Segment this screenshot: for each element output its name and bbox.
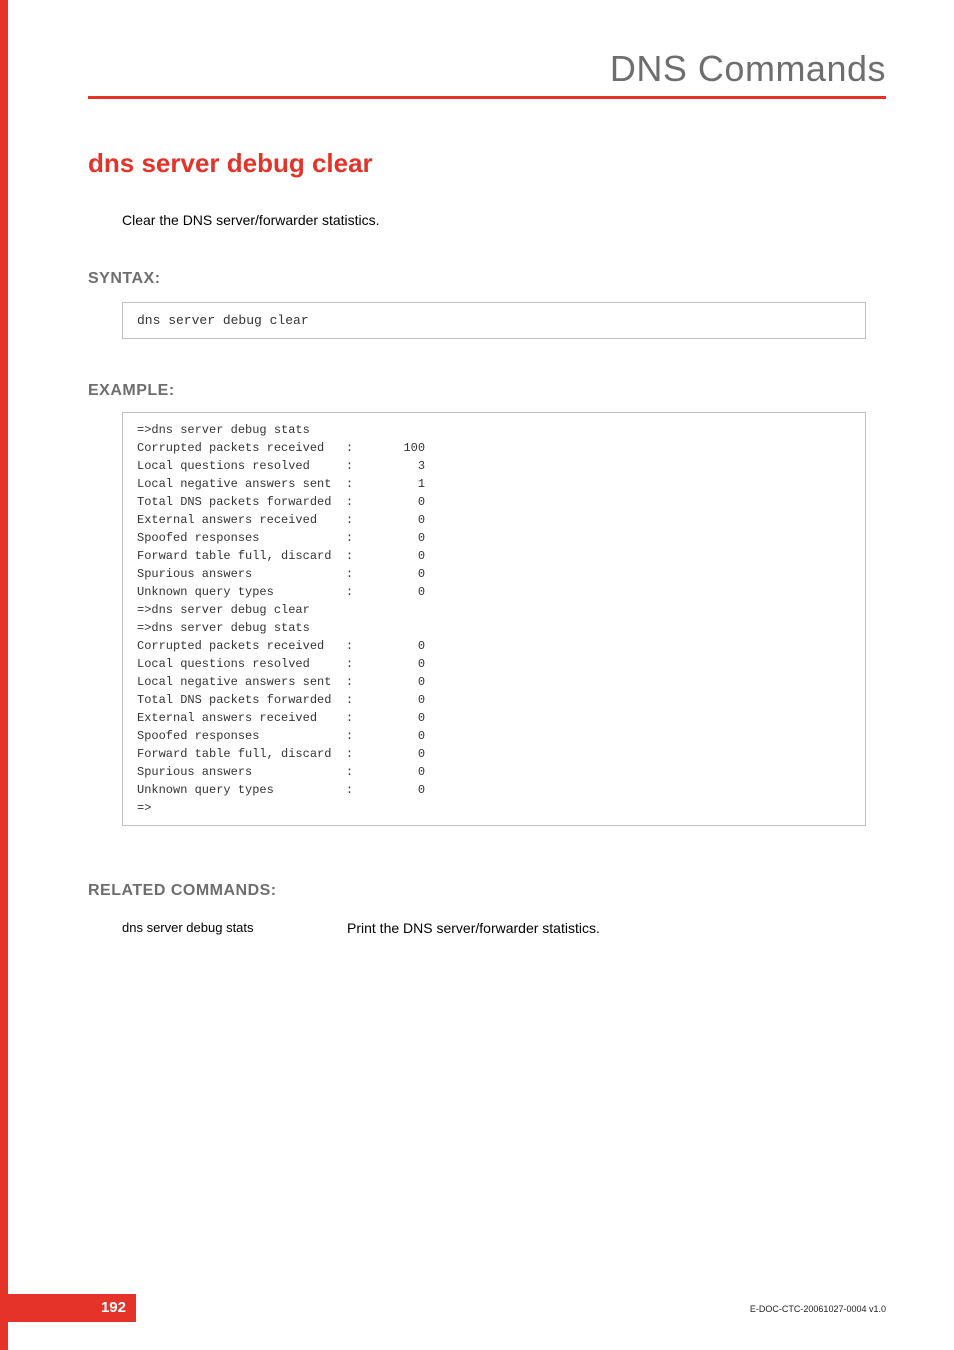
doc-id: E-DOC-CTC-20061027-0004 v1.0 [750,1304,886,1314]
command-title: dns server debug clear [88,148,373,179]
command-description: Clear the DNS server/forwarder statistic… [122,212,380,228]
page-number: 192 [101,1299,126,1316]
example-heading: EXAMPLE: [88,382,175,400]
related-command-name: dns server debug stats [122,920,347,936]
chapter-header: DNS Commands [610,48,886,90]
left-margin-stripe [0,0,8,1350]
example-code-block: =>dns server debug stats Corrupted packe… [122,412,866,826]
related-command-row: dns server debug stats Print the DNS ser… [122,920,866,936]
page-number-stripe: 192 [0,1294,136,1322]
header-rule [88,96,886,99]
syntax-code-block: dns server debug clear [122,302,866,339]
related-command-desc: Print the DNS server/forwarder statistic… [347,920,600,936]
related-heading: RELATED COMMANDS: [88,882,277,900]
syntax-heading: SYNTAX: [88,270,161,288]
